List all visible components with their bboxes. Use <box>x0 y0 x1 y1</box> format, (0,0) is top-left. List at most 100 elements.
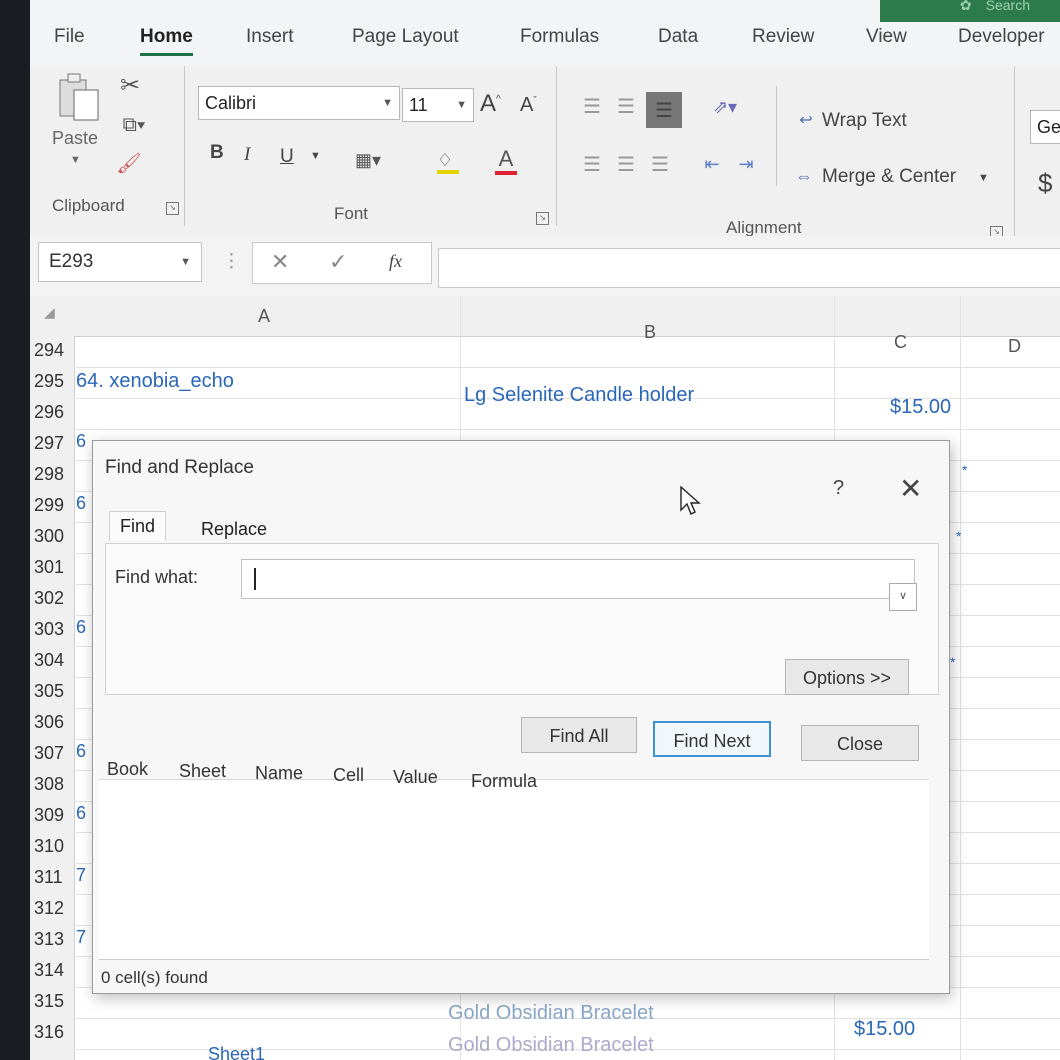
row-header[interactable]: 306 <box>30 712 78 733</box>
row-header[interactable]: 313 <box>30 929 78 950</box>
bold-button[interactable]: B <box>210 142 224 164</box>
align-top-icon[interactable]: ☰ <box>578 92 606 120</box>
number-format-select[interactable]: Ge <box>1030 110 1060 144</box>
copy-icon[interactable]: ⧉▾ <box>114 110 154 140</box>
row-header[interactable]: 307 <box>30 743 78 764</box>
italic-button[interactable]: I <box>244 144 250 166</box>
options-button[interactable]: Options >> <box>785 659 909 695</box>
row-header[interactable]: 304 <box>30 650 78 671</box>
results-header-value[interactable]: Value <box>393 767 438 788</box>
close-button[interactable]: Close <box>801 725 919 761</box>
row-header[interactable]: 297 <box>30 433 78 454</box>
tab-file[interactable]: File <box>54 26 85 48</box>
tab-find[interactable]: Find <box>109 511 167 541</box>
currency-format-button[interactable]: $ <box>1038 168 1052 199</box>
row-header[interactable]: 308 <box>30 774 78 795</box>
cell-a303[interactable]: 6 <box>76 617 86 638</box>
column-header-b[interactable]: B <box>644 322 656 343</box>
sheet-tab-sheet1[interactable]: Sheet1 <box>208 1044 265 1060</box>
cell-c316[interactable]: $15.00 <box>854 1018 915 1041</box>
cell-a299[interactable]: 6 <box>76 493 86 514</box>
tab-data[interactable]: Data <box>658 26 698 48</box>
row-header[interactable]: 309 <box>30 805 78 826</box>
row-header[interactable]: 312 <box>30 898 78 919</box>
chevron-down-icon[interactable]: ▼ <box>978 172 989 184</box>
row-header[interactable]: 311 <box>30 867 78 888</box>
row-header[interactable]: 301 <box>30 557 78 578</box>
font-size-select[interactable]: 11 ▼ <box>402 88 474 122</box>
tab-formulas[interactable]: Formulas <box>520 26 599 48</box>
tab-review[interactable]: Review <box>752 26 814 48</box>
insert-function-button[interactable]: fx <box>389 251 402 272</box>
wrap-text-icon[interactable]: ↩ <box>792 106 820 134</box>
cell-a311[interactable]: 7 <box>76 865 86 886</box>
row-header[interactable]: 302 <box>30 588 78 609</box>
results-header-formula[interactable]: Formula <box>471 771 537 792</box>
name-box[interactable]: E293 ▼ <box>38 242 202 282</box>
wrap-text-button[interactable]: Wrap Text <box>822 110 907 132</box>
cut-icon[interactable]: ✂ <box>118 70 142 100</box>
row-header[interactable]: 316 <box>30 1022 78 1043</box>
chevron-down-icon[interactable]: ∨ <box>889 583 917 611</box>
cell-b316[interactable]: Gold Obsidian Bracelet <box>448 1002 654 1025</box>
tab-home[interactable]: Home <box>140 26 193 56</box>
row-header[interactable]: 294 <box>30 340 78 361</box>
close-icon[interactable]: ✕ <box>899 475 922 503</box>
font-launcher-icon[interactable]: ↘ <box>536 212 549 225</box>
paste-dropdown-icon[interactable]: ▼ <box>70 154 81 166</box>
column-header-c[interactable]: C <box>894 332 907 353</box>
cell-a307[interactable]: 6 <box>76 741 86 762</box>
align-middle-icon[interactable]: ☰ <box>612 92 640 120</box>
results-header-book[interactable]: Book <box>107 759 148 780</box>
clipboard-launcher-icon[interactable]: ↘ <box>166 202 179 215</box>
borders-icon[interactable]: ▦▾ <box>348 146 388 174</box>
align-bottom-icon[interactable]: ☰ <box>646 92 682 128</box>
row-header[interactable]: 305 <box>30 681 78 702</box>
font-color-icon[interactable]: A <box>486 142 530 176</box>
underline-button[interactable]: U <box>280 146 294 168</box>
grow-font-icon[interactable]: A^ <box>480 90 501 118</box>
column-header-a[interactable]: A <box>258 306 270 327</box>
confirm-entry-icon[interactable]: ✓ <box>329 249 347 275</box>
row-header[interactable]: 300 <box>30 526 78 547</box>
row-header[interactable]: 314 <box>30 960 78 981</box>
tab-insert[interactable]: Insert <box>246 26 294 48</box>
cell-b317[interactable]: Gold Obsidian Bracelet <box>448 1034 654 1057</box>
results-header-sheet[interactable]: Sheet <box>179 761 226 782</box>
cell-c295[interactable]: $15.00 <box>890 396 951 419</box>
orientation-icon[interactable]: ⇗▾ <box>700 92 750 122</box>
help-button[interactable]: ? <box>833 477 844 500</box>
column-header-d[interactable]: D <box>1008 336 1021 357</box>
tab-view[interactable]: View <box>866 26 907 48</box>
results-header-cell[interactable]: Cell <box>333 765 364 786</box>
shrink-font-icon[interactable]: Aˇ <box>520 94 537 117</box>
cell-a295[interactable]: 64. xenobia_echo <box>76 370 234 393</box>
paste-icon[interactable] <box>54 70 104 126</box>
align-left-icon[interactable]: ☰ <box>578 150 606 178</box>
increase-indent-icon[interactable]: ⇥ <box>732 150 760 178</box>
tab-page-layout[interactable]: Page Layout <box>352 26 459 48</box>
cancel-entry-icon[interactable]: ✕ <box>271 249 289 275</box>
tab-replace[interactable]: Replace <box>191 515 277 544</box>
row-header[interactable]: 303 <box>30 619 78 640</box>
cell-b295[interactable]: Lg Selenite Candle holder <box>464 384 694 407</box>
row-header[interactable]: 296 <box>30 402 78 423</box>
find-what-input[interactable] <box>241 559 915 599</box>
results-list[interactable] <box>99 779 929 960</box>
cell-a297[interactable]: 6 <box>76 431 86 452</box>
fill-color-icon[interactable]: ♢ <box>426 144 470 176</box>
formula-input[interactable] <box>438 248 1060 288</box>
select-all-icon[interactable]: ◢ <box>44 304 55 321</box>
row-header[interactable]: 310 <box>30 836 78 857</box>
format-painter-icon[interactable]: 🖌 <box>114 148 144 178</box>
font-name-select[interactable]: Calibri ▼ <box>198 86 400 120</box>
cell-a309[interactable]: 6 <box>76 803 86 824</box>
align-center-icon[interactable]: ☰ <box>612 150 640 178</box>
cell-a313[interactable]: 7 <box>76 927 86 948</box>
decrease-indent-icon[interactable]: ⇤ <box>698 150 726 178</box>
merge-center-icon[interactable]: ⇔ <box>790 162 818 190</box>
find-all-button[interactable]: Find All <box>521 717 637 753</box>
row-header[interactable]: 299 <box>30 495 78 516</box>
results-header-name[interactable]: Name <box>255 763 303 784</box>
row-header[interactable]: 315 <box>30 991 78 1012</box>
